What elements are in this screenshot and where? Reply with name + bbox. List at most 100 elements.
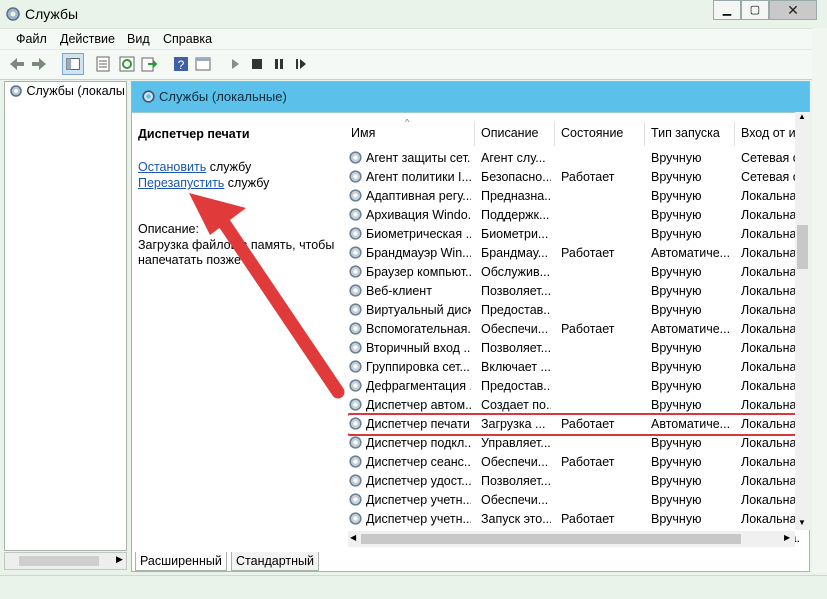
column-status[interactable]: Состояние — [561, 126, 623, 140]
table-row[interactable]: Агент политики I... Безопасно... Работает В… — [348, 168, 801, 187]
column-name[interactable]: Имя — [351, 126, 375, 140]
service-startup-type: Вручную — [651, 303, 702, 317]
back-arrow-icon[interactable] — [8, 55, 26, 73]
table-row[interactable]: Веб-клиент Позволяет... Вручную Локальна... — [348, 282, 801, 301]
column-description[interactable]: Описание — [481, 126, 539, 140]
tree-item-services[interactable]: Службы (локалы — [9, 84, 125, 98]
gear-icon — [349, 170, 362, 183]
services-list: Имя ^ Описание Состояние Тип запуска Вхо… — [348, 119, 810, 553]
restart-link[interactable]: Перезапустить — [138, 176, 224, 190]
service-description-cell: Биометри... — [481, 227, 549, 241]
gear-icon — [349, 151, 362, 164]
gear-icon — [349, 341, 362, 354]
pause-icon[interactable] — [270, 55, 288, 73]
scroll-thumb[interactable] — [19, 556, 99, 566]
table-row[interactable]: Группировка сет... Включает ... Вручную Лок… — [348, 358, 801, 377]
gear-icon — [10, 85, 22, 97]
table-row[interactable]: Виртуальный диск Предостав... Вручную Локал… — [348, 301, 801, 320]
scroll-thumb[interactable] — [797, 225, 808, 269]
gear-icon — [349, 208, 362, 221]
table-row[interactable]: Диспетчер сеанс... Обеспечи... Работает Вру… — [348, 453, 801, 472]
horizontal-scrollbar[interactable]: ◀ ▶ — [348, 531, 795, 547]
service-logon: Локальна... — [741, 493, 801, 507]
scroll-right-icon[interactable]: ▶ — [784, 533, 790, 542]
table-row[interactable]: Вторичный вход ... Позволяет... Вручную Лок… — [348, 339, 801, 358]
service-startup-type: Вручную — [651, 493, 702, 507]
stop-link[interactable]: Остановить — [138, 160, 206, 174]
service-logon: Локальна... — [741, 227, 801, 241]
service-logon: Локальна... — [741, 360, 801, 374]
console-icon[interactable] — [194, 55, 212, 73]
service-description-cell: Позволяет... — [481, 474, 551, 488]
scroll-left-icon[interactable]: ◀ — [350, 533, 356, 542]
scroll-right-icon[interactable]: ▶ — [116, 554, 123, 565]
service-status: Работает — [561, 170, 615, 184]
service-name: Виртуальный диск — [366, 303, 471, 317]
export-icon[interactable] — [140, 55, 158, 73]
service-logon: Локальна... — [741, 341, 801, 355]
title-bar: Службы ▁ ▢ ✕ — [0, 0, 827, 28]
service-logon: Локальна... — [741, 398, 801, 412]
service-name: Диспетчер удост... — [366, 474, 471, 488]
play-icon[interactable] — [226, 55, 244, 73]
service-name: Диспетчер автом... — [366, 398, 471, 412]
table-row[interactable]: Дефрагментация ... Предостав... Вручную Лок… — [348, 377, 801, 396]
service-description-cell: Брандмау... — [481, 246, 549, 260]
menu-action[interactable]: Действие — [60, 32, 115, 46]
service-name: Вспомогательная... — [366, 322, 471, 336]
pane-title: Службы (локальные) — [159, 89, 287, 104]
table-row[interactable]: Диспетчер учетн... Обеспечи... Вручную Лока… — [348, 491, 801, 510]
service-logon: Локальна... — [741, 303, 801, 317]
column-divider[interactable] — [644, 122, 645, 146]
tree-horizontal-scrollbar[interactable]: ▶ — [4, 552, 127, 570]
service-description-cell: Предостав... — [481, 303, 551, 317]
scroll-down-icon[interactable]: ▼ — [798, 518, 806, 527]
service-description-cell: Предостав... — [481, 379, 551, 393]
menu-view[interactable]: Вид — [127, 32, 150, 46]
stop-icon[interactable] — [248, 55, 266, 73]
column-divider[interactable] — [734, 122, 735, 146]
table-row[interactable]: Диспетчер подкл... Управляет... Вручную Лок… — [348, 434, 801, 453]
scroll-thumb[interactable] — [361, 534, 741, 544]
service-name: Агент защиты сет... — [366, 151, 471, 165]
column-startup-type[interactable]: Тип запуска — [651, 126, 720, 140]
close-button[interactable]: ✕ — [769, 0, 817, 20]
refresh-icon[interactable] — [118, 55, 136, 73]
table-row[interactable]: Архивация Windo... Поддержк... Вручную Лока… — [348, 206, 801, 225]
table-row[interactable]: Агент защиты сет... Агент слу... Вручную Се… — [348, 149, 801, 168]
table-row[interactable]: Браузер компьют... Обслужив... Вручную Лока… — [348, 263, 801, 282]
gear-icon — [349, 360, 362, 373]
minimize-button[interactable]: ▁ — [713, 0, 741, 20]
help-icon[interactable]: ? — [172, 55, 190, 73]
gear-icon — [349, 398, 362, 411]
table-row[interactable]: Диспетчер удост... Позволяет... Вручную Лок… — [348, 472, 801, 491]
tab-standard[interactable]: Стандартный — [231, 552, 319, 571]
column-divider[interactable] — [554, 122, 555, 146]
table-row[interactable]: Вспомогательная... Обеспечи... Работает Авт… — [348, 320, 801, 339]
table-row[interactable]: Диспетчер печати Загрузка ... Работает Авто… — [348, 413, 801, 436]
service-startup-type: Вручную — [651, 227, 702, 241]
forward-arrow-icon[interactable] — [30, 55, 48, 73]
column-divider[interactable] — [474, 122, 475, 146]
service-logon: Локальна... — [741, 379, 801, 393]
table-row[interactable]: Биометрическая ... Биометри... Вручную Лока… — [348, 225, 801, 244]
show-hide-tree-icon[interactable] — [62, 53, 84, 75]
vertical-scrollbar[interactable]: ▲ ▼ — [795, 112, 810, 530]
service-startup-type: Вручную — [651, 151, 702, 165]
service-startup-type: Вручную — [651, 360, 702, 374]
maximize-button[interactable]: ▢ — [741, 0, 769, 20]
table-row[interactable]: Диспетчер учетн... Запуск это... Работает В… — [348, 510, 801, 529]
table-row[interactable]: Адаптивная регу... Предназна... Вручную Лок… — [348, 187, 801, 206]
menu-file[interactable]: Файл — [16, 32, 47, 46]
table-row[interactable]: Брандмауэр Win... Брандмау... Работает Авто… — [348, 244, 801, 263]
tab-extended[interactable]: Расширенный — [135, 552, 227, 571]
service-name: Адаптивная регу... — [366, 189, 471, 203]
gear-icon — [349, 512, 362, 525]
scroll-up-icon[interactable]: ▲ — [798, 112, 806, 121]
service-logon: Локальна... — [741, 284, 801, 298]
service-description-cell: Позволяет... — [481, 341, 551, 355]
menu-help[interactable]: Справка — [163, 32, 212, 46]
properties-icon[interactable] — [94, 55, 112, 73]
gear-icon — [349, 436, 362, 449]
restart-icon[interactable] — [292, 55, 310, 73]
